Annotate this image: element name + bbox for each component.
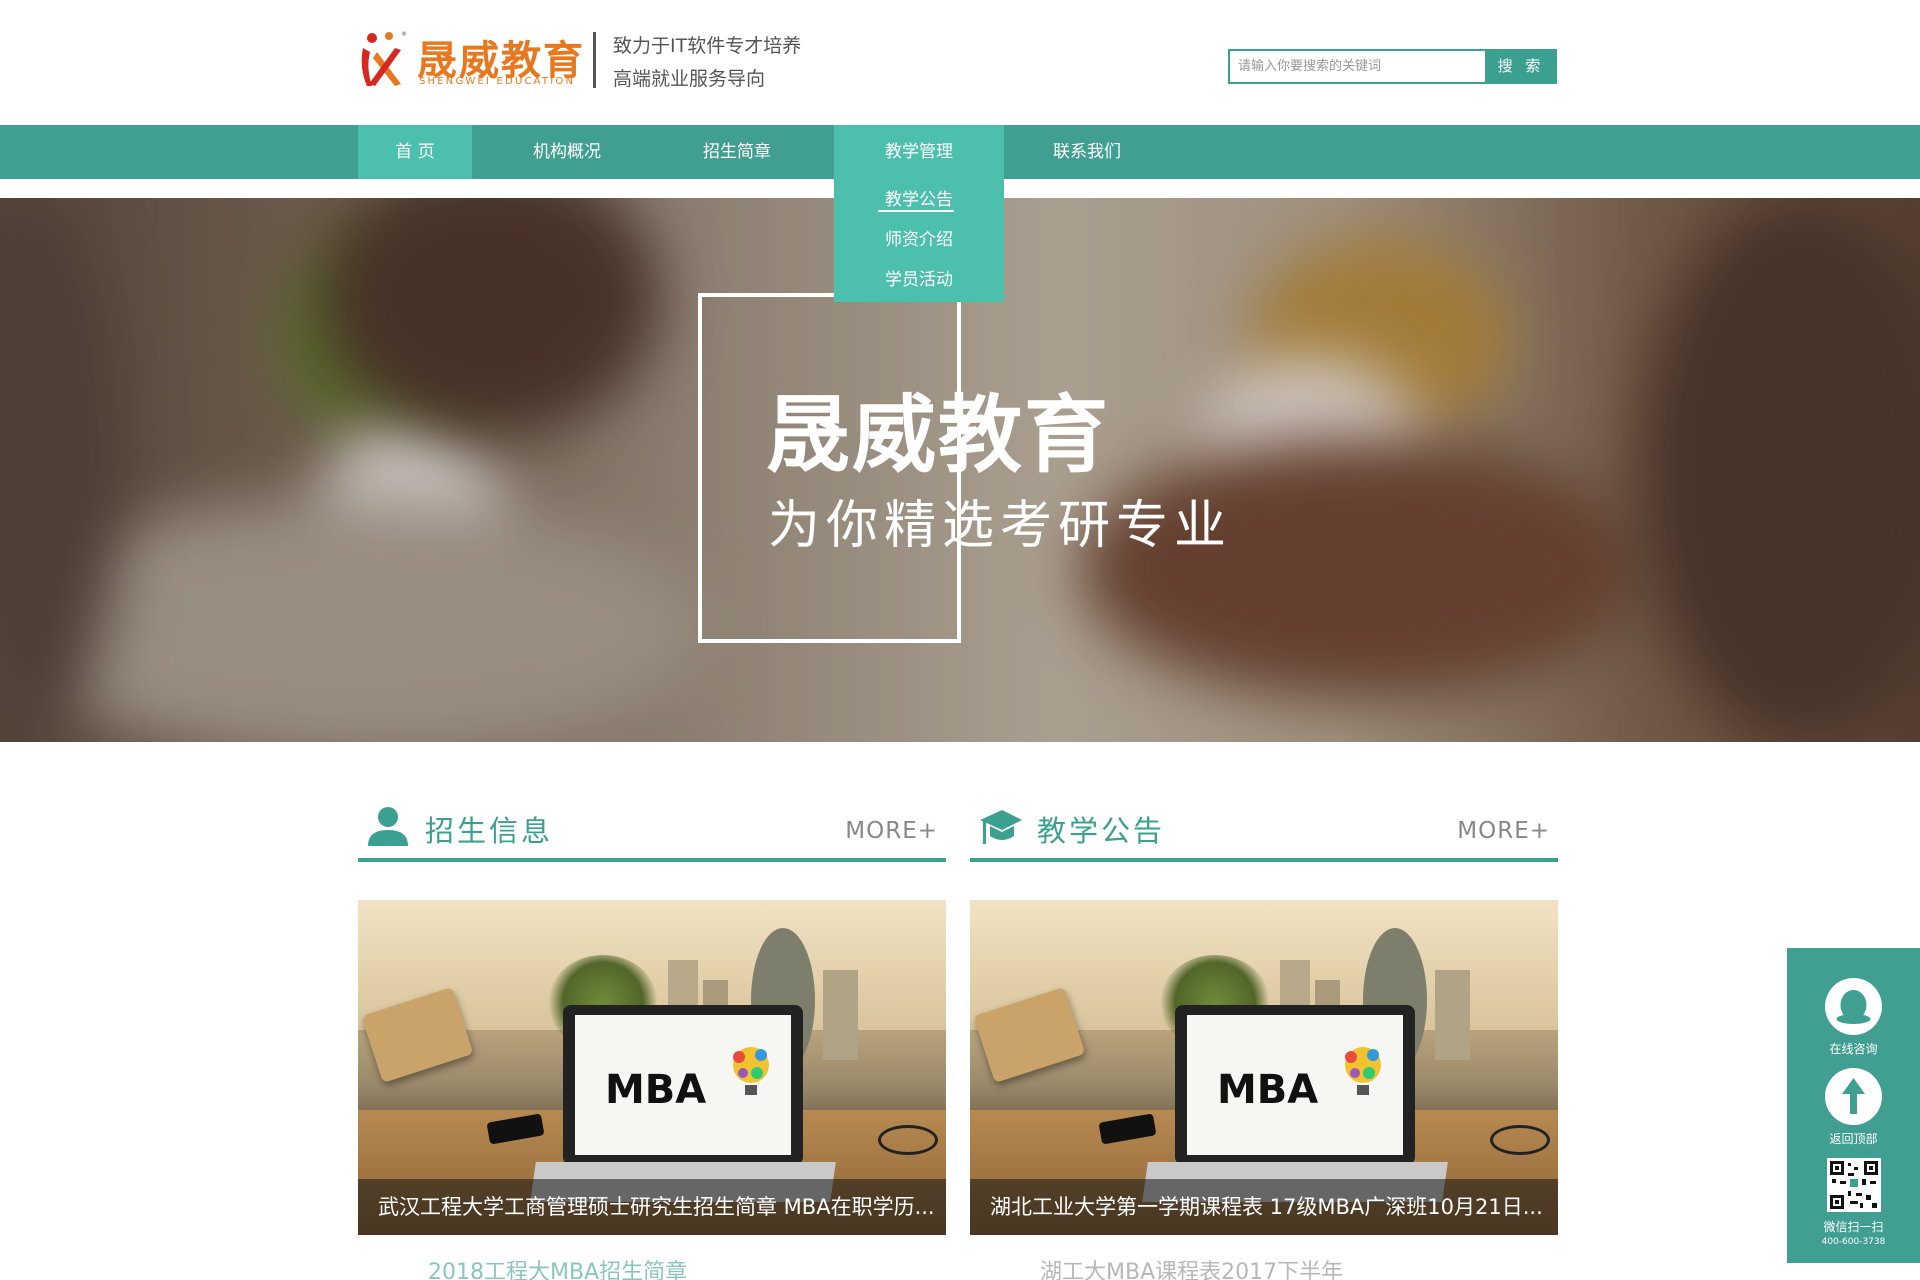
list-item-title: 2018工程大MBA招生简章 (428, 1260, 688, 1280)
qq-icon (1836, 990, 1871, 1024)
nav-item-admissions[interactable]: 招生简章 (678, 125, 796, 179)
search-input[interactable] (1230, 51, 1485, 82)
site-header: ® 晟威教育 SHENGWEI EDUCATION 致力于IT软件专才培养 高端… (0, 0, 1920, 125)
back-to-top-button[interactable]: 返回顶部 (1787, 1068, 1920, 1148)
section-header: 教学公告 MORE+ (970, 800, 1558, 862)
section-header: 招生信息 MORE+ (358, 800, 946, 862)
list-item[interactable]: 湖工大MBA课程表2017下半年 (970, 1250, 1558, 1280)
mba-text: MBA (1217, 1067, 1319, 1113)
laptop-screen: MBA (563, 1005, 803, 1165)
section-admissions: 招生信息 MORE+ MBA 武汉工程大学工商管理硕士研究生招生简章 MBA在职… (358, 800, 946, 1280)
dropdown-active-underline (878, 210, 954, 212)
list-item-title: 湖工大MBA课程表2017下半年 (1040, 1260, 1344, 1280)
svg-text:®: ® (401, 31, 407, 38)
section-title: 招生信息 (425, 814, 554, 848)
slogan-line-2: 高端就业服务导向 (613, 68, 766, 90)
section-announcements: 教学公告 MORE+ MBA 湖北工业大学第一学期课程表 17级MBA广深班10… (970, 800, 1558, 1280)
teaching-dropdown: 教学公告 师资介绍 学员活动 (834, 179, 1004, 302)
section-title: 教学公告 (1037, 814, 1166, 848)
nav-item-contact[interactable]: 联系我们 (1028, 125, 1146, 179)
wechat-qr-code (1827, 1158, 1881, 1212)
dropdown-item-announcements[interactable]: 教学公告 (834, 185, 1004, 210)
screen-content: MBA (575, 1015, 791, 1155)
float-circle (1825, 978, 1882, 1035)
nav-item-about[interactable]: 机构概况 (508, 125, 626, 179)
main-nav: 首 页 机构概况 招生简章 教学管理 联系我们 (0, 125, 1920, 179)
lightbulb-icon (1345, 1047, 1381, 1095)
online-consult-button[interactable]: 在线咨询 (1787, 978, 1920, 1058)
banner-title: 晟威教育 (766, 386, 1111, 484)
slogan-line-1: 致力于IT软件专才培养 (613, 35, 802, 57)
qr-code-icon (1830, 1161, 1878, 1209)
back-to-top-label: 返回顶部 (1829, 1132, 1878, 1146)
card-caption[interactable]: 湖北工业大学第一学期课程表 17级MBA广深班10月21日... (970, 1179, 1558, 1235)
search-box: 搜 索 (1228, 49, 1557, 84)
card-caption[interactable]: 武汉工程大学工商管理硕士研究生招生简章 MBA在职学历... (358, 1179, 946, 1235)
nav-item-home[interactable]: 首 页 (358, 125, 472, 179)
featured-card[interactable]: MBA 湖北工业大学第一学期课程表 17级MBA广深班10月21日... (970, 900, 1558, 1235)
graduation-cap-icon (980, 810, 1022, 844)
arrow-up-icon (1842, 1078, 1865, 1114)
dropdown-item-teachers[interactable]: 师资介绍 (834, 225, 1004, 250)
header-divider (593, 32, 596, 88)
banner-subtitle: 为你精选考研专业 (768, 496, 1233, 556)
slogan: 致力于IT软件专才培养 高端就业服务导向 (613, 30, 801, 96)
user-icon (368, 807, 408, 846)
float-circle (1825, 1068, 1882, 1125)
phone-number: 400-600-3738 (1821, 1237, 1886, 1247)
photo-glasses (1490, 1125, 1550, 1155)
online-consult-label: 在线咨询 (1829, 1042, 1878, 1056)
more-link[interactable]: MORE+ (845, 818, 938, 844)
logo[interactable]: ® 晟威教育 SHENGWEI EDUCATION (357, 28, 583, 92)
logo-english: SHENGWEI EDUCATION (419, 76, 576, 87)
dropdown-item-activities[interactable]: 学员活动 (834, 265, 1004, 290)
more-link[interactable]: MORE+ (1457, 818, 1550, 844)
wechat-scan-label: 微信扫一扫 (1823, 1220, 1884, 1234)
mba-text: MBA (605, 1067, 707, 1113)
nav-item-teaching[interactable]: 教学管理 (834, 125, 1004, 179)
lightbulb-icon (733, 1047, 769, 1095)
logo-mark-icon: ® (361, 31, 407, 86)
floating-toolbar: 在线咨询 返回顶部 微信扫一扫 400-600-3738 (1787, 948, 1920, 1263)
laptop-screen: MBA (1175, 1005, 1415, 1165)
screen-content: MBA (1187, 1015, 1403, 1155)
photo-glasses (878, 1125, 938, 1155)
search-button[interactable]: 搜 索 (1485, 49, 1557, 84)
list-item[interactable]: 2018工程大MBA招生简章 (358, 1250, 946, 1280)
featured-card[interactable]: MBA 武汉工程大学工商管理硕士研究生招生简章 MBA在职学历... (358, 900, 946, 1235)
